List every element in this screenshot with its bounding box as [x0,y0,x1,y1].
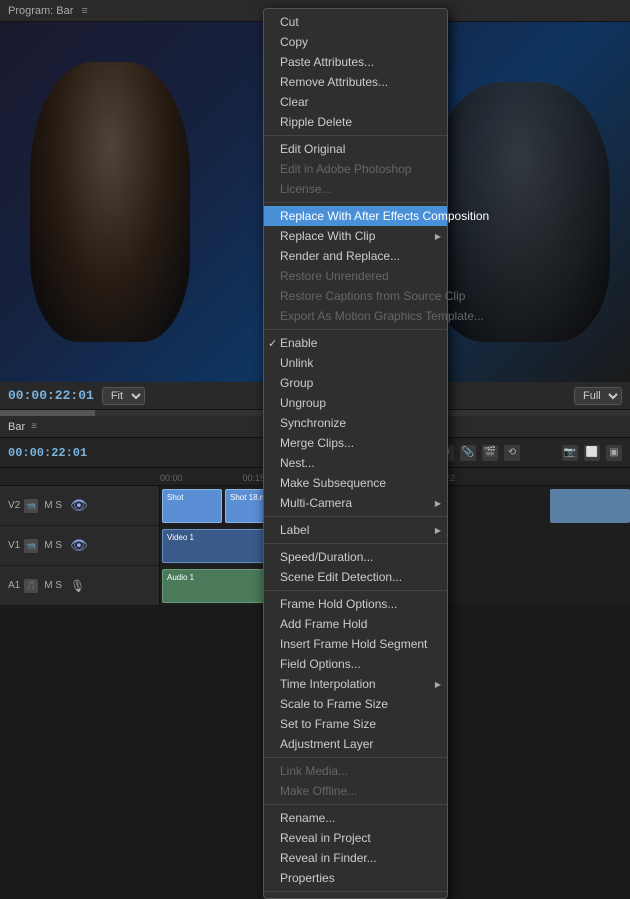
menu-separator-sep6 [264,590,447,591]
menu-item-scale-to-frame[interactable]: Scale to Frame Size [264,694,447,714]
menu-separator-sep7 [264,757,447,758]
timeline-menu-icon[interactable]: ≡ [31,421,37,432]
a1-icon: 🎵 [24,579,38,593]
menu-separator-sep8 [264,804,447,805]
menu-item-properties[interactable]: Properties [264,868,447,888]
menu-item-label[interactable]: Label [264,520,447,540]
menu-item-synchronize[interactable]: Synchronize [264,413,447,433]
timeline-btn-6[interactable]: ⬜ [584,445,600,461]
timeline-btn-7[interactable]: ▣ [606,445,622,461]
menu-item-restore-captions: Restore Captions from Source Clip [264,286,447,306]
clip-shot-v2-a[interactable]: Shot [162,489,222,523]
current-timecode: 00:00:22:01 [8,388,94,403]
menu-item-reveal-project[interactable]: Reveal in Project [264,828,447,848]
a1-label: M S [44,580,62,591]
menu-item-enable[interactable]: Enable [264,333,447,353]
menu-item-edit-original[interactable]: Edit Original [264,139,447,159]
menu-item-replace-clip[interactable]: Replace With Clip [264,226,447,246]
scrub-progress [0,410,95,416]
menu-item-make-subsequence[interactable]: Make Subsequence [264,473,447,493]
menu-item-copy[interactable]: Copy [264,32,447,52]
menu-separator-sep3 [264,329,447,330]
timeline-timecode: 00:00:22:01 [8,446,87,460]
menu-item-link-media: Link Media... [264,761,447,781]
track-labels: V2 📹 M S 👁 V1 📹 M S 👁 A1 🎵 M S 🎙 [0,486,160,606]
program-title: Program: Bar [8,5,73,17]
track-label-v1: V1 📹 M S 👁 [0,526,159,566]
v1-id: V1 [8,540,20,551]
menu-item-group[interactable]: Group [264,373,447,393]
v2-label: M S [44,500,62,511]
menu-item-make-offline: Make Offline... [264,781,447,801]
menu-item-unlink[interactable]: Unlink [264,353,447,373]
menu-item-edit-photoshop: Edit in Adobe Photoshop [264,159,447,179]
menu-separator-sep4 [264,516,447,517]
menu-item-license: License... [264,179,447,199]
timeline-btn-4[interactable]: ⟲ [504,445,520,461]
menu-item-cut[interactable]: Cut [264,12,447,32]
menu-item-render-replace[interactable]: Render and Replace... [264,246,447,266]
menu-item-frame-hold-options[interactable]: Frame Hold Options... [264,594,447,614]
fit-select[interactable]: Fit [102,387,145,405]
a1-id: A1 [8,580,20,591]
v1-icon: 📹 [24,539,38,553]
menu-item-ripple-delete[interactable]: Ripple Delete [264,112,447,132]
menu-item-restore-unrendered: Restore Unrendered [264,266,447,286]
v2-id: V2 [8,500,20,511]
menu-item-replace-ae[interactable]: Replace With After Effects Composition [264,206,447,226]
v1-label: M S [44,540,62,551]
menu-item-export-motion: Export As Motion Graphics Template... [264,306,447,326]
track-label-v2: V2 📹 M S 👁 [0,486,159,526]
menu-item-nest[interactable]: Nest... [264,453,447,473]
menu-item-insert-frame-hold[interactable]: Insert Frame Hold Segment [264,634,447,654]
menu-item-reveal-finder[interactable]: Reveal in Finder... [264,848,447,868]
menu-item-ungroup[interactable]: Ungroup [264,393,447,413]
menu-item-speed-duration[interactable]: Speed/Duration... [264,547,447,567]
full-select[interactable]: Full [574,387,622,405]
figure-left [30,62,190,342]
timeline-btn-3[interactable]: 🎬 [482,445,498,461]
menu-item-adjustment-layer[interactable]: Adjustment Layer [264,734,447,754]
v2-visibility[interactable]: 👁 [70,497,88,514]
menu-item-rename[interactable]: Rename... [264,808,447,828]
v1-visibility[interactable]: 👁 [70,537,88,554]
menu-item-time-interpolation[interactable]: Time Interpolation [264,674,447,694]
timeline-btn-2[interactable]: 📎 [460,445,476,461]
context-menu: CutCopyPaste Attributes...Remove Attribu… [263,8,448,899]
menu-item-remove-attributes[interactable]: Remove Attributes... [264,72,447,92]
menu-separator-sep2 [264,202,447,203]
menu-separator-sep1 [264,135,447,136]
track-label-a1: A1 🎵 M S 🎙 [0,566,159,606]
menu-icon[interactable]: ≡ [81,5,87,17]
ruler-mark-1: 00:00 [160,473,183,483]
menu-item-add-frame-hold[interactable]: Add Frame Hold [264,614,447,634]
ruler-mark-2: 00:15 [243,473,266,483]
menu-item-scene-edit[interactable]: Scene Edit Detection... [264,567,447,587]
menu-item-paste-attributes[interactable]: Paste Attributes... [264,52,447,72]
menu-separator-sep9 [264,891,447,892]
menu-separator-sep5 [264,543,447,544]
menu-item-merge-clips[interactable]: Merge Clips... [264,433,447,453]
menu-item-field-options[interactable]: Field Options... [264,654,447,674]
timeline-btn-5[interactable]: 📷 [562,445,578,461]
track-marks-v2 [550,489,630,523]
v2-icon: 📹 [24,499,38,513]
a1-mic[interactable]: 🎙 [70,579,85,593]
menu-item-clear[interactable]: Clear [264,92,447,112]
menu-item-multi-camera[interactable]: Multi-Camera [264,493,447,513]
menu-item-set-to-frame[interactable]: Set to Frame Size [264,714,447,734]
timeline-title: Bar [8,421,25,433]
